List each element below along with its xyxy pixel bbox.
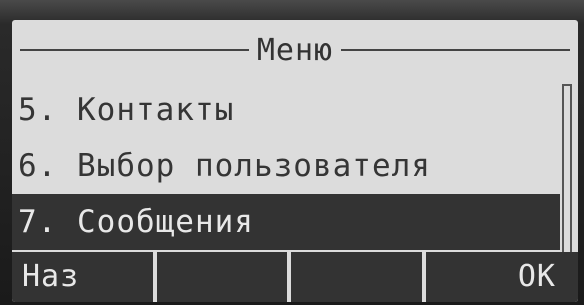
softkey-2[interactable] [156,252,287,302]
softkey-bar: Наз OK [12,252,578,302]
title-rule-left [20,49,249,51]
menu-item-select-user[interactable]: 6. Выбор пользователя [12,138,560,194]
menu-item-contacts[interactable]: 5. Контакты [12,82,560,138]
screen-title: Меню [256,32,334,68]
back-softkey[interactable]: Наз [12,252,153,302]
softkey-3[interactable] [291,252,422,302]
title-bar: Меню [12,26,578,74]
scrollbar[interactable] [562,84,572,254]
title-rule-right [341,49,570,51]
menu-item-messages[interactable]: 7. Сообщения [12,194,560,250]
ok-softkey[interactable]: OK [425,252,578,302]
lcd-screen: Меню 5. Контакты 6. Выбор пользователя 7… [12,20,578,302]
menu-list: 5. Контакты 6. Выбор пользователя 7. Соо… [12,82,560,250]
